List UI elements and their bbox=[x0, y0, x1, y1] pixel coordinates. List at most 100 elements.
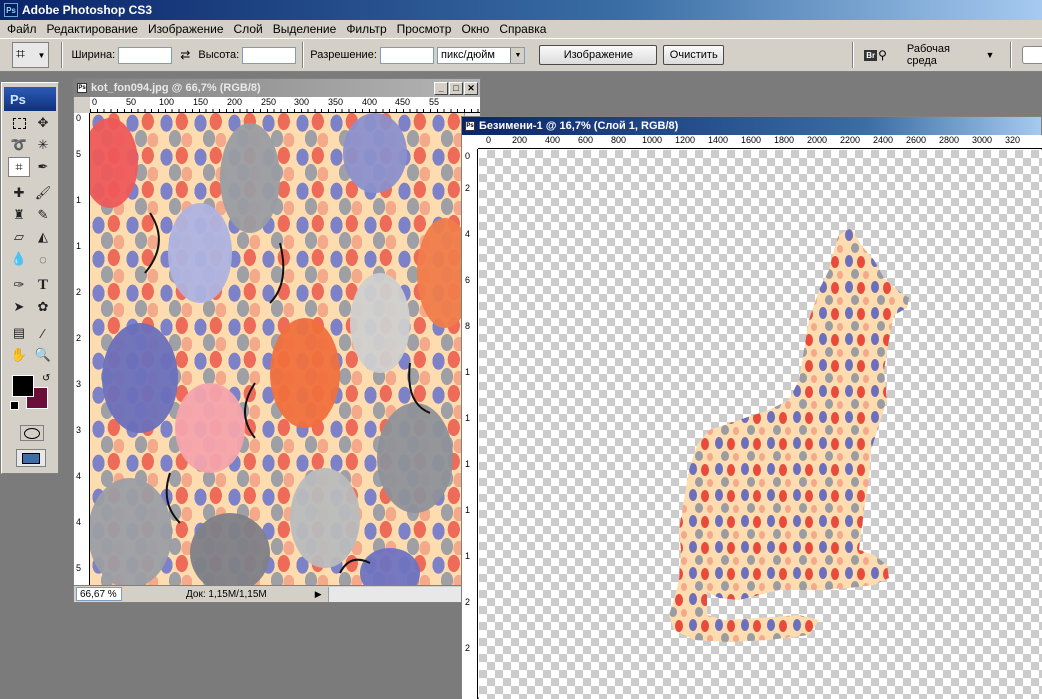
toolbox: Ps ✥ ➰ ✳ ⌗ ✒ ✚ 🖌 ♜ ✎ ▱ ◭ 💧 ◌ ✑ T ➤ ✿ ▤ ⁄… bbox=[1, 82, 59, 474]
path-selection-tool-icon[interactable]: ➤ bbox=[8, 297, 30, 317]
document-title: Безимени-1 @ 16,7% (Слой 1, RGB/8) bbox=[479, 120, 679, 132]
ruler-tick-label: 1 bbox=[76, 195, 82, 205]
horizontal-scrollbar[interactable] bbox=[327, 586, 480, 602]
quick-mask-button[interactable] bbox=[20, 425, 44, 441]
vertical-ruler: 0 2 4 6 8 1 1 1 1 1 2 2 bbox=[462, 149, 478, 699]
horizontal-ruler: 0 50 100 150 200 250 300 350 400 450 55 bbox=[90, 97, 480, 113]
ruler-tick-label: 400 bbox=[362, 97, 378, 107]
paint-bucket-tool-icon[interactable]: ◭ bbox=[32, 227, 54, 247]
crop-icon: ⌗ bbox=[16, 46, 26, 63]
ruler-tick-label: 2 bbox=[465, 597, 471, 607]
brush-tool-icon[interactable]: 🖌 bbox=[32, 183, 54, 203]
dodge-tool-icon[interactable]: ◌ bbox=[32, 249, 54, 269]
minimize-button[interactable]: _ bbox=[434, 81, 448, 95]
workspace-menu[interactable]: Рабочая среда ▼ bbox=[907, 43, 994, 67]
menu-help[interactable]: Справка bbox=[494, 22, 551, 36]
cat-pattern-image bbox=[90, 113, 464, 585]
menu-view[interactable]: Просмотр bbox=[392, 22, 457, 36]
healing-brush-tool-icon[interactable]: ✚ bbox=[8, 183, 30, 203]
ruler-tick-label: 55 bbox=[429, 97, 440, 107]
ruler-tick-label: 3 bbox=[76, 379, 82, 389]
status-menu-arrow-icon[interactable]: ▶ bbox=[315, 589, 322, 600]
ruler-tick-label: 2800 bbox=[939, 135, 960, 145]
tool-preset-picker[interactable]: ⌗ ▼ bbox=[12, 42, 50, 68]
document-title: kot_fon094.jpg @ 66,7% (RGB/8) bbox=[91, 82, 261, 94]
ruler-tick-label: 4 bbox=[465, 229, 471, 239]
document-titlebar[interactable]: Ps kot_fon094.jpg @ 66,7% (RGB/8) _ □ ✕ bbox=[74, 79, 480, 97]
clear-button[interactable]: Очистить bbox=[663, 45, 725, 65]
screen-mode-button[interactable] bbox=[16, 449, 46, 467]
ruler-tick-label: 1 bbox=[465, 413, 471, 423]
magic-wand-tool-icon[interactable]: ✳ bbox=[32, 135, 54, 155]
bridge-button[interactable]: Br ⚲ bbox=[864, 48, 887, 62]
units-value: пикс/дюйм bbox=[440, 49, 495, 61]
crop-tool-icon[interactable]: ⌗ bbox=[8, 157, 30, 177]
ruler-tick-label: 2000 bbox=[807, 135, 828, 145]
ruler-tick-label: 2 bbox=[76, 333, 82, 343]
ruler-tick-label: 1000 bbox=[642, 135, 663, 145]
width-label: Ширина: bbox=[71, 49, 116, 61]
transparent-canvas[interactable] bbox=[479, 150, 1042, 699]
resolution-input[interactable] bbox=[379, 46, 434, 64]
marquee-tool-icon[interactable] bbox=[8, 113, 30, 133]
ruler-tick-label: 0 bbox=[465, 151, 471, 161]
ruler-tick-label: 8 bbox=[465, 321, 471, 331]
front-image-button[interactable]: Изображение bbox=[539, 45, 658, 65]
ruler-tick-label: 320 bbox=[1005, 135, 1021, 145]
hand-tool-icon[interactable]: ✋ bbox=[8, 345, 30, 365]
zoom-tool-icon[interactable]: 🔍 bbox=[32, 345, 54, 365]
close-button[interactable]: ✕ bbox=[464, 81, 478, 95]
menu-edit[interactable]: Редактирование bbox=[42, 22, 143, 36]
ruler-tick-label: 150 bbox=[193, 97, 209, 107]
ruler-tick-label: 0 bbox=[92, 97, 98, 107]
app-title: Adobe Photoshop CS3 bbox=[22, 3, 152, 17]
cat-silhouette-layer bbox=[669, 228, 909, 642]
lasso-tool-icon[interactable]: ➰ bbox=[8, 135, 30, 155]
chevron-down-icon: ▼ bbox=[510, 47, 525, 63]
menu-filter[interactable]: Фильтр bbox=[341, 22, 391, 36]
history-brush-tool-icon[interactable]: ✎ bbox=[32, 205, 54, 225]
ruler-tick-label: 1200 bbox=[675, 135, 696, 145]
ruler-tick-label: 5 bbox=[76, 563, 82, 573]
blur-tool-icon[interactable]: 💧 bbox=[8, 249, 30, 269]
menu-image[interactable]: Изображение bbox=[143, 22, 229, 36]
eraser-tool-icon[interactable]: ▱ bbox=[8, 227, 30, 247]
document-window-untitled: Ps Безимени-1 @ 16,7% (Слой 1, RGB/8) 0 … bbox=[461, 116, 1042, 699]
height-label: Высота: bbox=[198, 49, 240, 61]
ruler-tick-label: 5 bbox=[76, 149, 82, 159]
zoom-field[interactable]: 66,67 % bbox=[76, 587, 122, 601]
document-titlebar-active[interactable]: Ps Безимени-1 @ 16,7% (Слой 1, RGB/8) bbox=[462, 117, 1041, 135]
custom-shape-tool-icon[interactable]: ✿ bbox=[32, 297, 54, 317]
menu-window[interactable]: Окно bbox=[456, 22, 494, 36]
app-titlebar: Ps Adobe Photoshop CS3 bbox=[0, 0, 1042, 20]
foreground-color-swatch[interactable] bbox=[12, 375, 34, 397]
eyedropper-tool-icon[interactable]: ⁄ bbox=[32, 323, 54, 343]
units-select[interactable]: пикс/дюйм ▼ bbox=[436, 46, 526, 64]
ruler-tick-label: 6 bbox=[465, 275, 471, 285]
slice-tool-icon[interactable]: ✒ bbox=[32, 157, 54, 177]
move-tool-icon[interactable]: ✥ bbox=[32, 113, 54, 133]
photoshop-icon: Ps bbox=[4, 3, 18, 17]
swap-colors-icon[interactable]: ↺ bbox=[42, 373, 50, 384]
ruler-tick-label: 800 bbox=[611, 135, 627, 145]
photoshop-logo[interactable]: Ps bbox=[4, 87, 56, 111]
ruler-tick-label: 400 bbox=[545, 135, 561, 145]
menu-file[interactable]: Файл bbox=[2, 22, 42, 36]
ruler-tick-label: 2 bbox=[465, 183, 471, 193]
maximize-button[interactable]: □ bbox=[449, 81, 463, 95]
resolution-label: Разрешение: bbox=[310, 49, 377, 61]
document-window-kot-fon: Ps kot_fon094.jpg @ 66,7% (RGB/8) _ □ ✕ … bbox=[73, 78, 481, 603]
ruler-tick-label: 0 bbox=[76, 113, 82, 123]
width-input[interactable] bbox=[118, 46, 173, 64]
height-input[interactable] bbox=[242, 46, 297, 64]
search-field[interactable] bbox=[1022, 46, 1042, 64]
notes-tool-icon[interactable]: ▤ bbox=[8, 323, 30, 343]
pen-tool-icon[interactable]: ✑ bbox=[8, 275, 30, 295]
menu-select[interactable]: Выделение bbox=[268, 22, 342, 36]
type-tool-icon[interactable]: T bbox=[32, 275, 54, 295]
swap-icon[interactable]: ⇄ bbox=[180, 48, 190, 62]
clone-stamp-tool-icon[interactable]: ♜ bbox=[8, 205, 30, 225]
menu-layer[interactable]: Слой bbox=[229, 22, 268, 36]
bridge-icon: Br bbox=[864, 49, 878, 61]
default-colors-icon[interactable] bbox=[10, 401, 19, 410]
